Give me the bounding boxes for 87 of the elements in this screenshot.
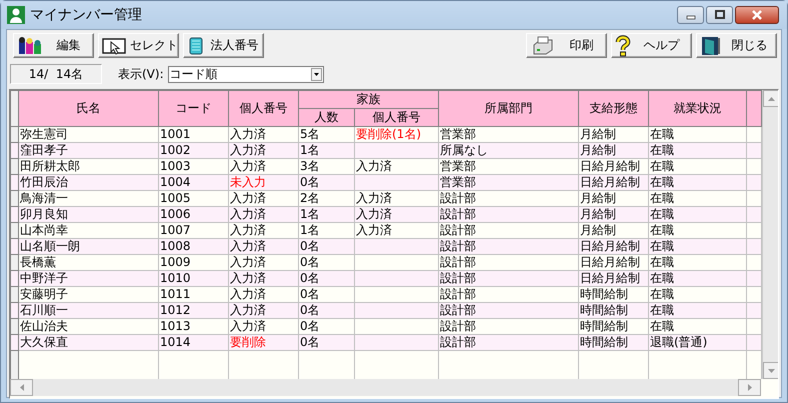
table-cell: 設計部	[438, 270, 578, 286]
left-arrow-icon	[20, 384, 24, 391]
table-cell: 入力済	[228, 142, 298, 158]
sort-dropdown[interactable]: コード順	[168, 66, 324, 82]
column-header: コード	[158, 90, 228, 126]
toolbar-button[interactable]: セレクト	[98, 33, 179, 58]
table-cell: 日給月給制	[578, 238, 648, 254]
table-cell: 1004	[158, 174, 228, 190]
table-cell: 設計部	[438, 302, 578, 318]
table-cell: 1014	[158, 334, 228, 350]
maximize-button[interactable]	[706, 6, 733, 24]
table-cell: 1006	[158, 206, 228, 222]
table-cell: 入力済	[228, 206, 298, 222]
record-count: 14/ 14名	[10, 64, 102, 84]
table-cell: 退職(普通)	[648, 334, 746, 350]
column-header: 人数	[298, 108, 354, 126]
column-header: 個人番号	[228, 90, 298, 126]
column-header: 支給形態	[578, 90, 648, 126]
table-cell: 月給制	[578, 206, 648, 222]
table-cell: 所属なし	[438, 142, 578, 158]
close-button[interactable]	[735, 6, 779, 24]
cursor-window-icon	[102, 36, 126, 54]
view-label: 表示(V):	[118, 66, 164, 82]
column-header: 個人番号	[354, 108, 438, 126]
caret-icon	[314, 72, 319, 76]
table-cell: 営業部	[438, 174, 578, 190]
table-cell: 日給月給制	[578, 174, 648, 190]
table-cell: 0名	[298, 302, 354, 318]
close-icon	[751, 10, 763, 20]
toolbar-button[interactable]: 印刷	[526, 33, 607, 58]
column-header: 家族	[298, 90, 438, 108]
table-cell: 未入力	[228, 174, 298, 190]
people-icon	[17, 36, 43, 56]
table-cell: 0名	[298, 174, 354, 190]
table-cell: 0名	[298, 270, 354, 286]
app-icon	[7, 6, 25, 24]
door-icon	[700, 34, 722, 56]
table-cell: 1010	[158, 270, 228, 286]
horizontal-scrollbar[interactable]	[10, 379, 761, 396]
window-title: マイナンバー管理	[30, 6, 143, 24]
up-arrow-icon	[768, 96, 775, 100]
column-header: 氏名	[18, 90, 158, 126]
table-cell: 窪田孝子	[18, 142, 158, 158]
table-cell: 在職	[648, 238, 746, 254]
table-cell: 設計部	[438, 238, 578, 254]
table-cell: 石川順一	[18, 302, 158, 318]
table-cell: 在職	[648, 270, 746, 286]
cylinder-icon	[187, 36, 205, 56]
table-cell: 要削除	[228, 334, 298, 350]
table-cell: 設計部	[438, 334, 578, 350]
table-cell: 設計部	[438, 206, 578, 222]
minimize-button[interactable]	[677, 6, 704, 24]
table-cell: 1名	[298, 206, 354, 222]
table-cell: 在職	[648, 174, 746, 190]
table-cell: 時間給制	[578, 302, 648, 318]
right-arrow-icon	[748, 384, 752, 391]
toolbar-button[interactable]: 閉じる	[696, 33, 777, 58]
table-cell: 大久保直	[18, 334, 158, 350]
table-cell: 1008	[158, 238, 228, 254]
table-cell: 1002	[158, 142, 228, 158]
vertical-scrollbar[interactable]	[762, 90, 778, 379]
table-cell: 山名順一朗	[18, 238, 158, 254]
maximize-icon	[714, 10, 726, 20]
question-mark-icon	[615, 34, 631, 56]
down-arrow-icon	[768, 368, 775, 372]
table-cell: 中野洋子	[18, 270, 158, 286]
table-cell: 入力済	[354, 206, 438, 222]
table-cell: 在職	[648, 142, 746, 158]
table-cell: 月給制	[578, 142, 648, 158]
table-cell: 在職	[648, 206, 746, 222]
table-cell: 竹田辰治	[18, 174, 158, 190]
toolbar-button[interactable]: ヘルプ	[611, 33, 692, 58]
toolbar-button[interactable]: 法人番号	[183, 33, 264, 58]
table-cell: 卯月良知	[18, 206, 158, 222]
table-cell: 0名	[298, 238, 354, 254]
table-cell: 時間給制	[578, 334, 648, 350]
column-header: 就業状況	[648, 90, 746, 126]
table-cell: 1012	[158, 302, 228, 318]
table-cell: 入力済	[228, 270, 298, 286]
table-cell: 0名	[298, 334, 354, 350]
table-cell: 入力済	[228, 302, 298, 318]
table-cell: 1名	[298, 142, 354, 158]
table-cell: 日給月給制	[578, 270, 648, 286]
toolbar-button[interactable]: 編集	[13, 33, 94, 58]
table-cell: 在職	[648, 302, 746, 318]
table-cell: 入力済	[228, 238, 298, 254]
column-header: 所属部門	[438, 90, 578, 126]
